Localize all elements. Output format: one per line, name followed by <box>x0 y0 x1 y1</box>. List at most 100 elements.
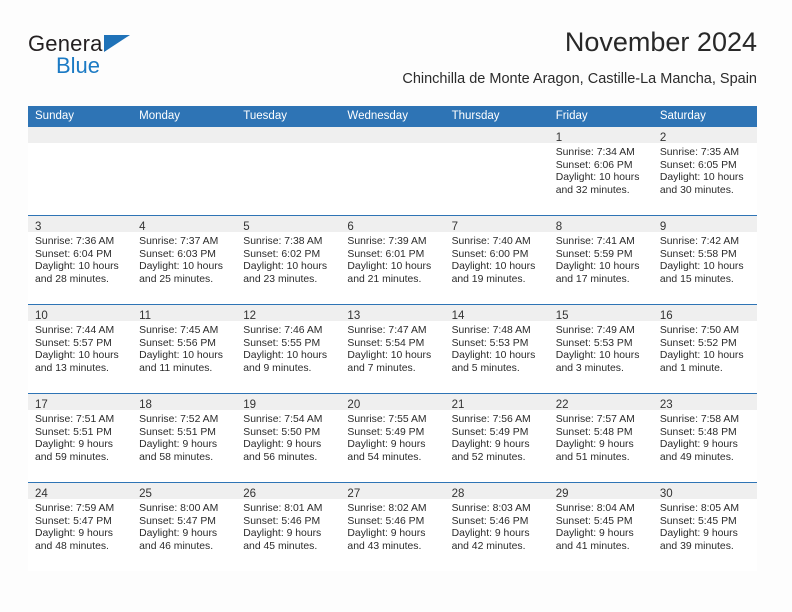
day-number: 19 <box>243 399 257 411</box>
daylight-text: Daylight: 10 hours and 9 minutes. <box>243 350 328 374</box>
weekday-header-monday: Monday <box>139 110 181 122</box>
daylight-text: Daylight: 10 hours and 21 minutes. <box>347 261 432 285</box>
daylight-text: Daylight: 9 hours and 41 minutes. <box>555 528 634 552</box>
sunrise-text: Sunrise: 7:58 AM <box>659 414 739 425</box>
day-number: 18 <box>139 399 152 411</box>
day-sun-info: Sunrise: 8:02 AM Sunset: 5:46 PM Daylight:… <box>340 499 444 553</box>
calendar-weeks: 1 Sunrise: 7:34 AM Sunset: 6:06 PM Daylight… <box>28 126 757 571</box>
sunrise-text: Sunrise: 8:05 AM <box>659 503 739 514</box>
calendar-day-cell[interactable]: 1 Sunrise: 7:34 AM Sunset: 6:06 PM Daylight… <box>548 126 653 215</box>
day-number-band <box>444 127 549 143</box>
day-number-band: 2 <box>652 127 757 144</box>
sunset-text: Sunset: 5:50 PM <box>243 426 321 438</box>
page-title: November 2024 <box>564 27 757 57</box>
day-number: 13 <box>347 310 361 322</box>
day-number-band: 26 <box>236 483 341 500</box>
sunset-text: Sunset: 5:54 PM <box>347 337 425 349</box>
day-number-band: 12 <box>236 305 341 322</box>
day-number-band: 28 <box>444 483 549 500</box>
calendar-day-cell[interactable]: 17 Sunrise: 7:51 AM Sunset: 5:51 PM Dayligh… <box>28 393 133 482</box>
calendar-day-cell[interactable]: 24 Sunrise: 7:59 AM Sunset: 5:47 PM Dayligh… <box>28 482 133 571</box>
daylight-text: Daylight: 10 hours and 32 minutes. <box>555 172 640 196</box>
weekday-header-tuesday: Tuesday <box>243 110 287 122</box>
day-sun-info: Sunrise: 7:39 AM Sunset: 6:01 PM Daylight:… <box>340 232 444 286</box>
sunrise-text: Sunrise: 7:57 AM <box>555 414 635 425</box>
day-number-band <box>28 127 133 143</box>
calendar-day-cell[interactable]: 28 Sunrise: 8:03 AM Sunset: 5:46 PM Dayligh… <box>444 482 549 571</box>
calendar-day-cell[interactable]: 19 Sunrise: 7:54 AM Sunset: 5:50 PM Dayligh… <box>236 393 341 482</box>
calendar-day-cell[interactable]: 25 Sunrise: 8:00 AM Sunset: 5:47 PM Dayligh… <box>132 482 237 571</box>
calendar-day-cell[interactable]: 30 Sunrise: 8:05 AM Sunset: 5:45 PM Dayligh… <box>652 482 757 571</box>
sunrise-text: Sunrise: 7:48 AM <box>451 325 531 336</box>
weekday-header-row: Sunday Monday Tuesday Wednesday Thursday… <box>28 106 757 126</box>
calendar-day-cell[interactable]: 10 Sunrise: 7:44 AM Sunset: 5:57 PM Dayligh… <box>28 304 133 393</box>
calendar-day-cell[interactable]: 27 Sunrise: 8:02 AM Sunset: 5:46 PM Dayligh… <box>340 482 445 571</box>
sunrise-text: Sunrise: 7:35 AM <box>659 147 739 158</box>
day-sun-info: Sunrise: 7:41 AM Sunset: 5:59 PM Daylight:… <box>549 232 653 286</box>
day-number-band: 3 <box>28 216 133 233</box>
day-sun-info: Sunrise: 7:42 AM Sunset: 5:58 PM Daylight:… <box>653 232 757 286</box>
day-number-band: 13 <box>340 305 445 322</box>
calendar-day-cell[interactable]: 20 Sunrise: 7:55 AM Sunset: 5:49 PM Dayligh… <box>340 393 445 482</box>
calendar-day-cell-empty <box>28 126 133 215</box>
day-number-band: 30 <box>652 483 757 500</box>
calendar-day-cell[interactable]: 26 Sunrise: 8:01 AM Sunset: 5:46 PM Dayligh… <box>236 482 341 571</box>
calendar-day-cell[interactable]: 8 Sunrise: 7:41 AM Sunset: 5:59 PM Daylight… <box>548 215 653 304</box>
calendar-day-cell[interactable]: 16 Sunrise: 7:50 AM Sunset: 5:52 PM Dayligh… <box>652 304 757 393</box>
calendar-day-cell[interactable]: 2 Sunrise: 7:35 AM Sunset: 6:05 PM Daylight… <box>652 126 757 215</box>
calendar-day-cell[interactable]: 6 Sunrise: 7:39 AM Sunset: 6:01 PM Daylight… <box>340 215 445 304</box>
sunset-text: Sunset: 5:52 PM <box>659 337 737 349</box>
daylight-text: Daylight: 10 hours and 3 minutes. <box>555 350 640 374</box>
sunset-text: Sunset: 6:02 PM <box>243 248 321 260</box>
sunrise-text: Sunrise: 7:38 AM <box>243 236 323 247</box>
calendar-day-cell[interactable]: 13 Sunrise: 7:47 AM Sunset: 5:54 PM Dayligh… <box>340 304 445 393</box>
sunset-text: Sunset: 6:01 PM <box>347 248 425 260</box>
day-number-band: 19 <box>236 394 341 411</box>
calendar-day-cell[interactable]: 14 Sunrise: 7:48 AM Sunset: 5:53 PM Dayligh… <box>444 304 549 393</box>
calendar-day-cell[interactable]: 11 Sunrise: 7:45 AM Sunset: 5:56 PM Dayligh… <box>132 304 237 393</box>
sunrise-text: Sunrise: 7:52 AM <box>139 414 219 425</box>
day-number: 20 <box>347 399 361 411</box>
calendar-week-row: 10 Sunrise: 7:44 AM Sunset: 5:57 PM Dayligh… <box>28 304 757 393</box>
daylight-text: Daylight: 9 hours and 52 minutes. <box>451 439 530 463</box>
calendar-day-cell[interactable]: 22 Sunrise: 7:57 AM Sunset: 5:48 PM Dayligh… <box>548 393 653 482</box>
calendar-day-cell[interactable]: 23 Sunrise: 7:58 AM Sunset: 5:48 PM Dayligh… <box>652 393 757 482</box>
day-sun-info: Sunrise: 8:04 AM Sunset: 5:45 PM Daylight:… <box>549 499 653 553</box>
sunrise-text: Sunrise: 7:45 AM <box>139 325 219 336</box>
calendar-day-cell[interactable]: 15 Sunrise: 7:49 AM Sunset: 5:53 PM Dayligh… <box>548 304 653 393</box>
calendar-day-cell[interactable]: 3 Sunrise: 7:36 AM Sunset: 6:04 PM Daylight… <box>28 215 133 304</box>
daylight-text: Daylight: 9 hours and 42 minutes. <box>451 528 530 552</box>
calendar-day-cell[interactable]: 18 Sunrise: 7:52 AM Sunset: 5:51 PM Dayligh… <box>132 393 237 482</box>
daylight-text: Daylight: 10 hours and 28 minutes. <box>35 261 119 285</box>
day-number-band: 10 <box>28 305 133 322</box>
day-sun-info: Sunrise: 7:44 AM Sunset: 5:57 PM Daylight:… <box>28 321 132 375</box>
daylight-text: Daylight: 10 hours and 15 minutes. <box>659 261 744 285</box>
sunrise-text: Sunrise: 7:44 AM <box>35 325 115 336</box>
daylight-text: Daylight: 10 hours and 7 minutes. <box>347 350 432 374</box>
day-number: 21 <box>451 399 465 411</box>
day-sun-info: Sunrise: 7:49 AM Sunset: 5:53 PM Daylight:… <box>549 321 653 375</box>
sunset-text: Sunset: 5:45 PM <box>659 515 737 527</box>
sunset-text: Sunset: 5:57 PM <box>35 337 112 349</box>
calendar-day-cell[interactable]: 29 Sunrise: 8:04 AM Sunset: 5:45 PM Dayligh… <box>548 482 653 571</box>
sunrise-text: Sunrise: 7:34 AM <box>555 147 635 158</box>
calendar-day-cell[interactable]: 7 Sunrise: 7:40 AM Sunset: 6:00 PM Daylight… <box>444 215 549 304</box>
weekday-header-thursday: Thursday <box>451 110 500 122</box>
weekday-header-wednesday: Wednesday <box>347 110 408 122</box>
day-number: 28 <box>451 488 465 500</box>
weekday-header-friday: Friday <box>555 110 588 122</box>
sunset-text: Sunset: 5:49 PM <box>347 426 425 438</box>
calendar-day-cell[interactable]: 12 Sunrise: 7:46 AM Sunset: 5:55 PM Dayligh… <box>236 304 341 393</box>
sunset-text: Sunset: 5:56 PM <box>139 337 216 349</box>
calendar-day-cell[interactable]: 4 Sunrise: 7:37 AM Sunset: 6:03 PM Daylight… <box>132 215 237 304</box>
day-number: 14 <box>451 310 465 322</box>
calendar-day-cell[interactable]: 5 Sunrise: 7:38 AM Sunset: 6:02 PM Daylight… <box>236 215 341 304</box>
calendar-day-cell[interactable]: 21 Sunrise: 7:56 AM Sunset: 5:49 PM Dayligh… <box>444 393 549 482</box>
sunrise-text: Sunrise: 8:04 AM <box>555 503 635 514</box>
general-blue-logo: General Blue <box>28 32 228 88</box>
sunset-text: Sunset: 5:55 PM <box>243 337 321 349</box>
day-sun-info: Sunrise: 7:37 AM Sunset: 6:03 PM Daylight:… <box>132 232 236 286</box>
day-number-band: 7 <box>444 216 549 233</box>
day-sun-info: Sunrise: 7:34 AM Sunset: 6:06 PM Daylight:… <box>549 143 653 197</box>
calendar-day-cell[interactable]: 9 Sunrise: 7:42 AM Sunset: 5:58 PM Daylight… <box>652 215 757 304</box>
